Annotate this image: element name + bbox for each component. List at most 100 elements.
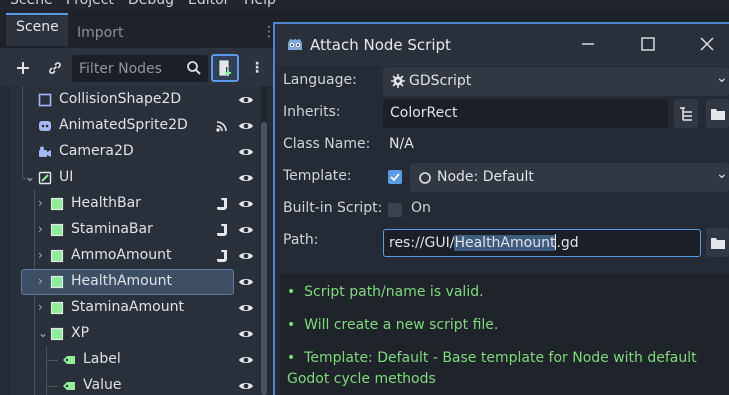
plus-icon xyxy=(17,62,29,74)
tree-row-camera2d[interactable]: Camera2D xyxy=(10,139,260,165)
tree-row-label-node[interactable]: Label xyxy=(10,347,260,373)
validation-message: • Template: Default - Base template for … xyxy=(287,350,697,387)
color-rect-icon xyxy=(50,197,64,211)
chevron-down-icon[interactable]: ⌄ xyxy=(38,326,48,340)
browse-inherits-path-button[interactable] xyxy=(706,99,729,128)
menu-editor[interactable]: Editor xyxy=(188,0,229,8)
template-label: Template: xyxy=(283,168,352,184)
tree-scrollbar-thumb[interactable] xyxy=(261,122,267,395)
path-label: Path: xyxy=(283,232,319,248)
chevron-down-icon: ⌄ xyxy=(716,166,728,182)
visibility-eye-icon[interactable] xyxy=(238,249,254,263)
path-selected-text: HealthAmount xyxy=(454,235,556,251)
tab-scene[interactable]: Scene xyxy=(6,13,68,46)
visibility-eye-icon[interactable] xyxy=(238,327,254,341)
template-checkbox[interactable] xyxy=(388,170,402,184)
minimize-icon[interactable] xyxy=(580,36,596,52)
filter-nodes-field[interactable] xyxy=(72,55,208,82)
close-icon[interactable] xyxy=(699,36,715,52)
tree-row-healthamount[interactable]: › HealthAmount xyxy=(10,269,260,295)
inherits-value: ColorRect xyxy=(390,105,458,121)
instantiate-scene-button[interactable] xyxy=(42,56,68,80)
language-select[interactable]: GDScript ⌄ xyxy=(383,67,729,96)
tree-row-label: CollisionShape2D xyxy=(59,91,182,107)
path-text: res://GUI/HealthAmount.gd xyxy=(389,234,579,251)
more-options-button[interactable]: ⋮ xyxy=(250,56,264,80)
chevron-right-icon[interactable]: › xyxy=(38,300,48,314)
visibility-eye-icon[interactable] xyxy=(238,197,254,211)
visibility-eye-icon[interactable] xyxy=(238,379,254,393)
signal-icon[interactable] xyxy=(215,119,229,133)
add-node-button[interactable] xyxy=(10,56,36,80)
filter-nodes-input[interactable] xyxy=(72,55,182,82)
chevron-right-icon[interactable]: › xyxy=(38,248,48,262)
tree-row-ui[interactable]: ⌄ UI xyxy=(10,165,260,191)
template-value: Node: Default xyxy=(437,169,534,185)
tree-row-animatedsprite2d[interactable]: AnimatedSprite2D xyxy=(10,113,260,139)
label-icon xyxy=(63,356,75,364)
chevron-right-icon[interactable]: › xyxy=(38,222,48,236)
script-icon[interactable] xyxy=(216,223,230,237)
chevron-right-icon[interactable]: › xyxy=(38,196,48,210)
builtin-on-label: On xyxy=(411,200,431,216)
message-text: Template: Default - Base template for No… xyxy=(287,350,697,387)
visibility-eye-icon[interactable] xyxy=(238,301,254,315)
tree-row-xp[interactable]: ⌄ XP xyxy=(10,321,260,347)
collision-shape-icon xyxy=(38,93,52,107)
inherits-field[interactable]: ColorRect xyxy=(383,99,668,128)
visibility-eye-icon[interactable] xyxy=(238,223,254,237)
visibility-eye-icon[interactable] xyxy=(238,93,254,107)
browse-path-button[interactable] xyxy=(706,228,729,257)
menu-help[interactable]: Help xyxy=(244,0,276,8)
menu-bar: Scene Project Debug Editor Help xyxy=(0,0,729,10)
attach-script-button[interactable] xyxy=(211,54,239,82)
node-circle-icon xyxy=(419,172,431,184)
maximize-icon[interactable] xyxy=(640,36,656,52)
menu-project[interactable]: Project xyxy=(66,0,114,8)
godot-logo-icon xyxy=(288,39,302,50)
control-icon xyxy=(38,171,52,185)
path-suffix: .gd xyxy=(556,235,579,251)
color-rect-icon xyxy=(50,223,64,237)
tree-row-value[interactable]: Value xyxy=(10,373,260,395)
tree-row-staminabar[interactable]: › StaminaBar xyxy=(10,217,260,243)
tree-row-label: AmmoAmount xyxy=(71,247,172,263)
class-name-value: N/A xyxy=(389,136,414,152)
menu-scene[interactable]: Scene xyxy=(10,0,53,8)
class-tree-icon xyxy=(680,107,692,121)
builtin-script-checkbox[interactable] xyxy=(388,203,402,217)
visibility-eye-icon[interactable] xyxy=(238,353,254,367)
tree-row-label: StaminaBar xyxy=(71,221,153,237)
browse-class-button[interactable] xyxy=(674,99,698,128)
visibility-eye-icon[interactable] xyxy=(238,119,254,133)
tree-row-staminaamount[interactable]: › StaminaAmount xyxy=(10,295,260,321)
chevron-down-icon[interactable]: ⌄ xyxy=(25,170,35,184)
visibility-eye-icon[interactable] xyxy=(238,275,254,289)
script-icon[interactable] xyxy=(216,249,230,263)
class-name-label: Class Name: xyxy=(283,136,371,152)
tree-row-ammoamount[interactable]: › AmmoAmount xyxy=(10,243,260,269)
tree-row-label: StaminaAmount xyxy=(71,299,184,315)
template-select[interactable]: Node: Default ⌄ xyxy=(410,163,729,192)
chevron-right-icon[interactable]: › xyxy=(38,274,48,288)
color-rect-icon xyxy=(50,327,64,341)
link-icon xyxy=(49,62,61,74)
visibility-eye-icon[interactable] xyxy=(238,171,254,185)
tree-row-label: Camera2D xyxy=(59,143,134,159)
tree-row-healthbar[interactable]: › HealthBar xyxy=(10,191,260,217)
tree-row-label: XP xyxy=(71,325,90,341)
builtin-script-label: Built-in Script: xyxy=(283,200,383,216)
folder-icon xyxy=(711,238,725,249)
menu-debug[interactable]: Debug xyxy=(128,0,174,8)
tree-row-collisionshape2d[interactable]: CollisionShape2D xyxy=(10,87,260,113)
path-input[interactable]: res://GUI/HealthAmount.gd xyxy=(383,229,701,257)
script-icon[interactable] xyxy=(216,197,230,211)
checkmark-icon xyxy=(390,173,400,182)
folder-icon xyxy=(711,109,725,120)
visibility-eye-icon[interactable] xyxy=(238,145,254,159)
validation-message: • Will create a new script file. xyxy=(287,317,499,333)
message-text: Will create a new script file. xyxy=(304,317,499,333)
path-prefix: res://GUI/ xyxy=(389,235,455,251)
label-icon xyxy=(63,382,75,390)
tree-row-label: Value xyxy=(83,377,122,393)
